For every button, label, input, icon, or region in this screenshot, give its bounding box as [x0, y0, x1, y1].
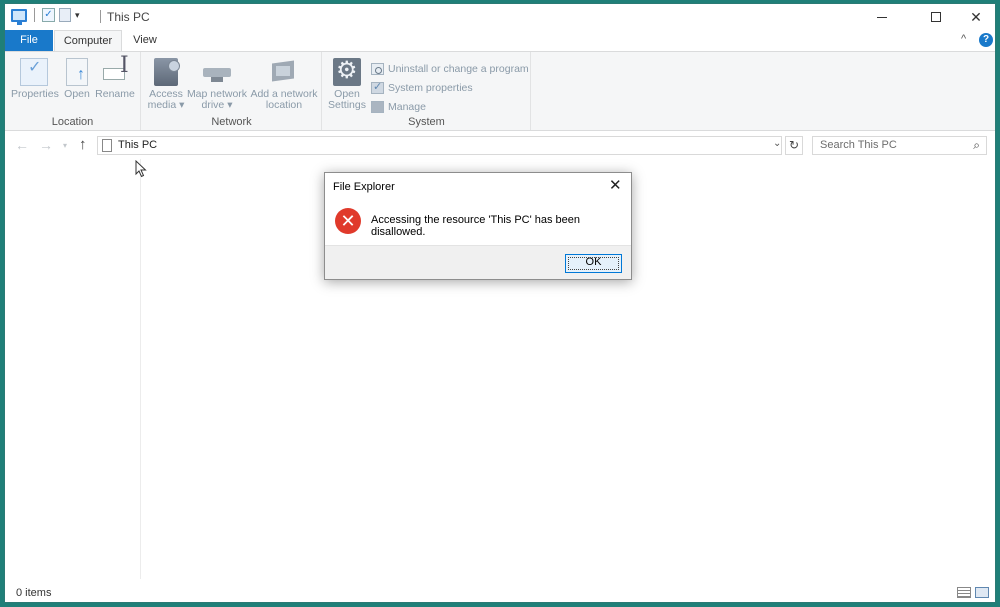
refresh-icon: ↻	[788, 138, 800, 152]
open-settings-label-2: Settings	[328, 99, 366, 111]
toolbar-divider	[34, 8, 35, 22]
maximize-icon	[931, 12, 941, 22]
help-icon[interactable]: ?	[979, 33, 993, 47]
access-media-label-2: media ▾	[147, 99, 185, 111]
ribbon-group-network: Access media ▾ Map network drive ▾ Add a…	[142, 52, 322, 130]
group-label-system: System	[408, 116, 445, 128]
up-arrow-icon[interactable]: ↑	[79, 136, 87, 153]
customize-toolbar-chevron-icon[interactable]: ▾	[75, 10, 80, 21]
dialog-title: File Explorer	[333, 181, 395, 193]
tab-file[interactable]: File	[5, 30, 53, 51]
minimize-icon	[877, 16, 887, 18]
file-explorer-window: ✓ ▾ This PC ✕ File Computer View ^ ? Pro…	[4, 3, 996, 603]
status-bar: 0 items	[5, 582, 995, 602]
search-icon: ⌕	[973, 138, 980, 152]
forward-arrow-icon[interactable]: →	[39, 137, 53, 153]
add-network-location-button[interactable]: Add a network location	[250, 58, 318, 111]
settings-icon	[333, 57, 361, 86]
address-path: This PC	[118, 139, 158, 151]
tab-view[interactable]: View	[126, 30, 164, 51]
large-icons-view-icon[interactable]	[975, 587, 989, 598]
collapse-ribbon-chevron-up-icon[interactable]: ^	[961, 33, 966, 45]
navigation-bar: ← → ▾ ↑ This PC ⌄ ↻ Search This PC ⌕	[5, 132, 995, 158]
window-title-text: This PC	[107, 10, 150, 24]
system-small-buttons: Uninstall or change a program System pro…	[371, 59, 529, 116]
manage-icon	[371, 100, 384, 113]
uninstall-label: Uninstall or change a program	[388, 62, 529, 75]
manage-button[interactable]: Manage	[371, 97, 529, 116]
item-count: 0 items	[16, 587, 52, 599]
map-network-drive-icon	[203, 58, 231, 86]
open-icon	[66, 58, 88, 86]
tab-computer[interactable]: Computer	[54, 30, 122, 52]
group-label-network: Network	[211, 116, 252, 128]
system-properties-icon	[371, 80, 384, 94]
back-arrow-icon[interactable]: ←	[15, 137, 29, 153]
quick-access-toolbar: ✓ ▾	[11, 8, 80, 25]
properties-quick-icon[interactable]: ✓	[42, 8, 55, 22]
open-label: Open	[64, 88, 90, 100]
error-icon: ✕	[335, 208, 361, 234]
title-bar: ✓ ▾ This PC ✕	[5, 4, 995, 30]
rename-label: Rename	[95, 88, 135, 100]
address-bar[interactable]: This PC ⌄	[97, 136, 782, 155]
address-history-chevron-down-icon[interactable]: ⌄	[773, 138, 781, 149]
system-properties-label: System properties	[388, 81, 473, 94]
manage-label: Manage	[388, 100, 426, 113]
dialog-close-icon[interactable]: ✕	[609, 176, 622, 194]
access-media-button[interactable]: Access media ▾	[146, 58, 186, 111]
minimize-button[interactable]	[863, 4, 901, 30]
mouse-cursor-icon	[135, 160, 147, 178]
new-folder-quick-icon[interactable]	[59, 8, 71, 22]
navigation-pane[interactable]	[5, 159, 141, 579]
close-button[interactable]: ✕	[957, 4, 995, 30]
search-input[interactable]: Search This PC ⌕	[812, 136, 987, 155]
details-view-icon[interactable]	[957, 587, 971, 598]
rename-button[interactable]: Rename	[95, 58, 135, 100]
properties-label: Properties	[11, 88, 59, 100]
ribbon-group-location: Properties Open Rename Location	[5, 52, 141, 130]
location-icon	[102, 139, 112, 152]
group-label-location: Location	[51, 116, 94, 128]
maximize-button[interactable]	[917, 4, 955, 30]
add-network-location-icon	[270, 58, 298, 86]
dialog-footer: OK	[325, 245, 631, 279]
access-media-icon	[154, 58, 180, 86]
properties-button[interactable]: Properties	[11, 58, 59, 100]
ribbon-tabs: File Computer View	[5, 30, 995, 52]
window-title: This PC	[100, 10, 150, 24]
close-icon: ✕	[970, 8, 982, 25]
open-settings-button[interactable]: Open Settings	[327, 57, 367, 111]
add-location-label-2: location	[265, 99, 303, 111]
open-button[interactable]: Open	[61, 58, 93, 100]
map-network-drive-button[interactable]: Map network drive ▾	[186, 58, 248, 111]
search-placeholder: Search This PC	[820, 139, 897, 151]
uninstall-icon	[371, 62, 384, 75]
recent-locations-chevron-icon[interactable]: ▾	[63, 141, 67, 150]
refresh-button[interactable]: ↻	[785, 136, 803, 155]
system-properties-button[interactable]: System properties	[371, 78, 529, 97]
uninstall-program-button[interactable]: Uninstall or change a program	[371, 59, 529, 78]
properties-icon	[20, 58, 48, 86]
this-pc-icon[interactable]	[11, 8, 27, 25]
ribbon: Properties Open Rename Location Access m…	[5, 51, 995, 131]
ok-button[interactable]: OK	[565, 254, 622, 273]
error-dialog: File Explorer ✕ ✕ Accessing the resource…	[324, 172, 632, 280]
map-drive-label-2: drive ▾	[201, 99, 233, 111]
dialog-message: Accessing the resource 'This PC' has bee…	[371, 214, 581, 238]
rename-icon	[101, 58, 129, 86]
